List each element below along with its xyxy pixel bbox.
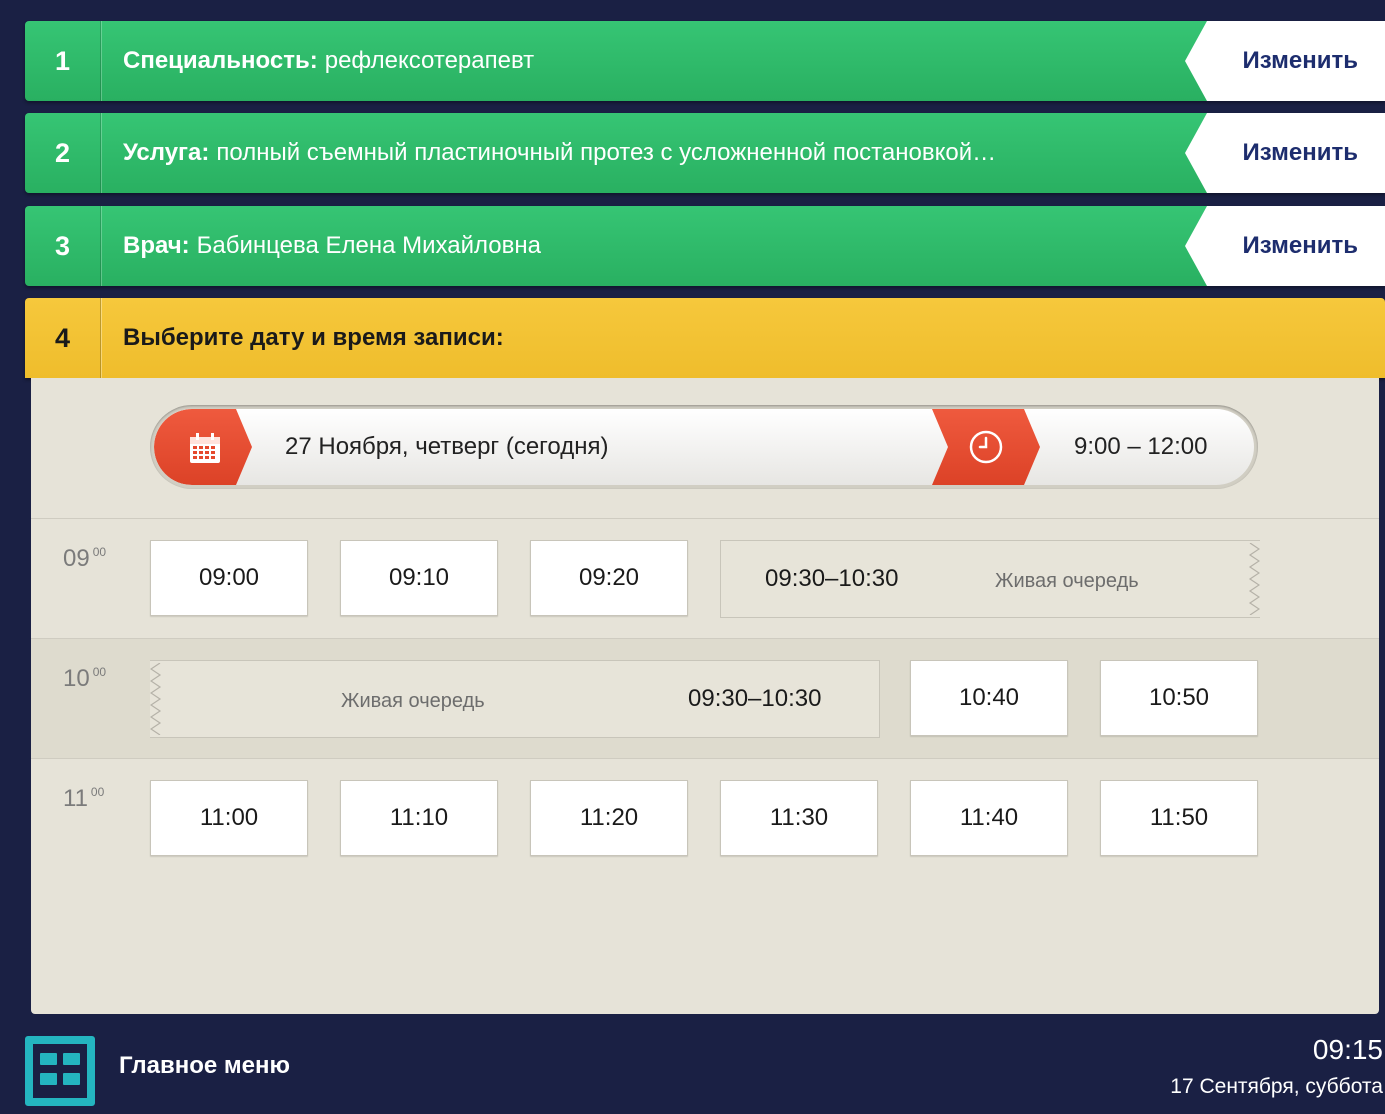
selected-time-range[interactable]: 9:00 – 12:00 (1074, 409, 1207, 485)
queue-range: 09:30–10:30 (765, 565, 899, 592)
step-number: 4 (25, 298, 101, 378)
step-value: Бабинцева Елена Михайловна (196, 232, 541, 259)
step-doctor: 3 Врач: Бабинцева Елена Михайловна Измен… (25, 206, 1385, 286)
selected-date[interactable]: 27 Ноября, четверг (сегодня) (285, 409, 608, 485)
hour-label: 09 00 (63, 545, 107, 572)
main-menu-button[interactable]: Главное меню (119, 1052, 290, 1080)
time-slot[interactable]: 11:40 (910, 780, 1068, 856)
time-slot[interactable]: 11:10 (340, 780, 498, 856)
step-summary: Специальность: рефлексотерапевт (123, 21, 1170, 101)
step-number: 3 (25, 206, 101, 286)
torn-edge (150, 663, 162, 735)
clock-icon (969, 430, 1003, 464)
step-specialty: 1 Специальность: рефлексотерапевт Измени… (25, 21, 1385, 101)
time-slot[interactable]: 10:50 (1100, 660, 1258, 736)
live-queue-block: Живая очередь 09:30–10:30 (150, 660, 880, 738)
step-number: 1 (25, 21, 101, 101)
queue-range: 09:30–10:30 (688, 685, 822, 712)
time-slot[interactable]: 11:30 (720, 780, 878, 856)
time-slot[interactable]: 11:50 (1100, 780, 1258, 856)
time-slot[interactable]: 11:20 (530, 780, 688, 856)
step-value: рефлексотерапевт (324, 47, 535, 74)
current-time: 09:15 (1312, 1034, 1383, 1065)
time-slot[interactable]: 09:10 (340, 540, 498, 616)
time-slot[interactable]: 10:40 (910, 660, 1068, 736)
step-summary: Врач: Бабинцева Елена Михайловна (123, 206, 1170, 286)
hour-row-09: 09 00 09:00 09:10 09:20 09:30–10:30 Живая… (31, 518, 1379, 639)
queue-label: Живая очередь (341, 689, 485, 712)
change-specialty-button[interactable]: Изменить (1185, 21, 1385, 101)
schedule-panel: 27 Ноября, четверг (сегодня) 9:00 – 12:0… (31, 378, 1379, 1014)
step-number: 2 (25, 113, 101, 193)
calendar-icon (190, 433, 220, 463)
hour-row-10: 10 00 Живая очередь 09:30–10:30 10:40 10:… (31, 638, 1379, 759)
change-doctor-button[interactable]: Изменить (1185, 206, 1385, 286)
step-label: Специальность: (123, 47, 318, 74)
torn-edge (1248, 543, 1260, 615)
grid-menu-icon[interactable] (25, 1036, 95, 1106)
step-service: 2 Услуга: полный съемный пластиночный пр… (25, 113, 1385, 193)
date-time-selector: 27 Ноября, четверг (сегодня) 9:00 – 12:0… (150, 405, 1258, 489)
change-service-button[interactable]: Изменить (1185, 113, 1385, 193)
live-queue-block: 09:30–10:30 Живая очередь (720, 540, 1260, 618)
hour-label: 10 00 (63, 665, 107, 692)
hour-label: 11 00 (63, 785, 105, 812)
current-date: 17 Сентября, суббота (1170, 1075, 1383, 1098)
step-summary: Услуга: полный съемный пластиночный прот… (123, 113, 1170, 193)
step-datetime: 4 Выберите дату и время записи: (25, 298, 1385, 378)
time-slot[interactable]: 09:00 (150, 540, 308, 616)
step-label: Врач: (123, 232, 190, 259)
step-title: Выберите дату и время записи: (123, 324, 504, 351)
step-label: Услуга: (123, 139, 210, 166)
time-slot[interactable]: 11:00 (150, 780, 308, 856)
step-value: полный съемный пластиночный протез с усл… (216, 139, 997, 166)
queue-label: Живая очередь (995, 569, 1139, 592)
hour-row-11: 11 00 11:00 11:10 11:20 11:30 11:40 11:50 (31, 758, 1379, 879)
time-slot[interactable]: 09:20 (530, 540, 688, 616)
